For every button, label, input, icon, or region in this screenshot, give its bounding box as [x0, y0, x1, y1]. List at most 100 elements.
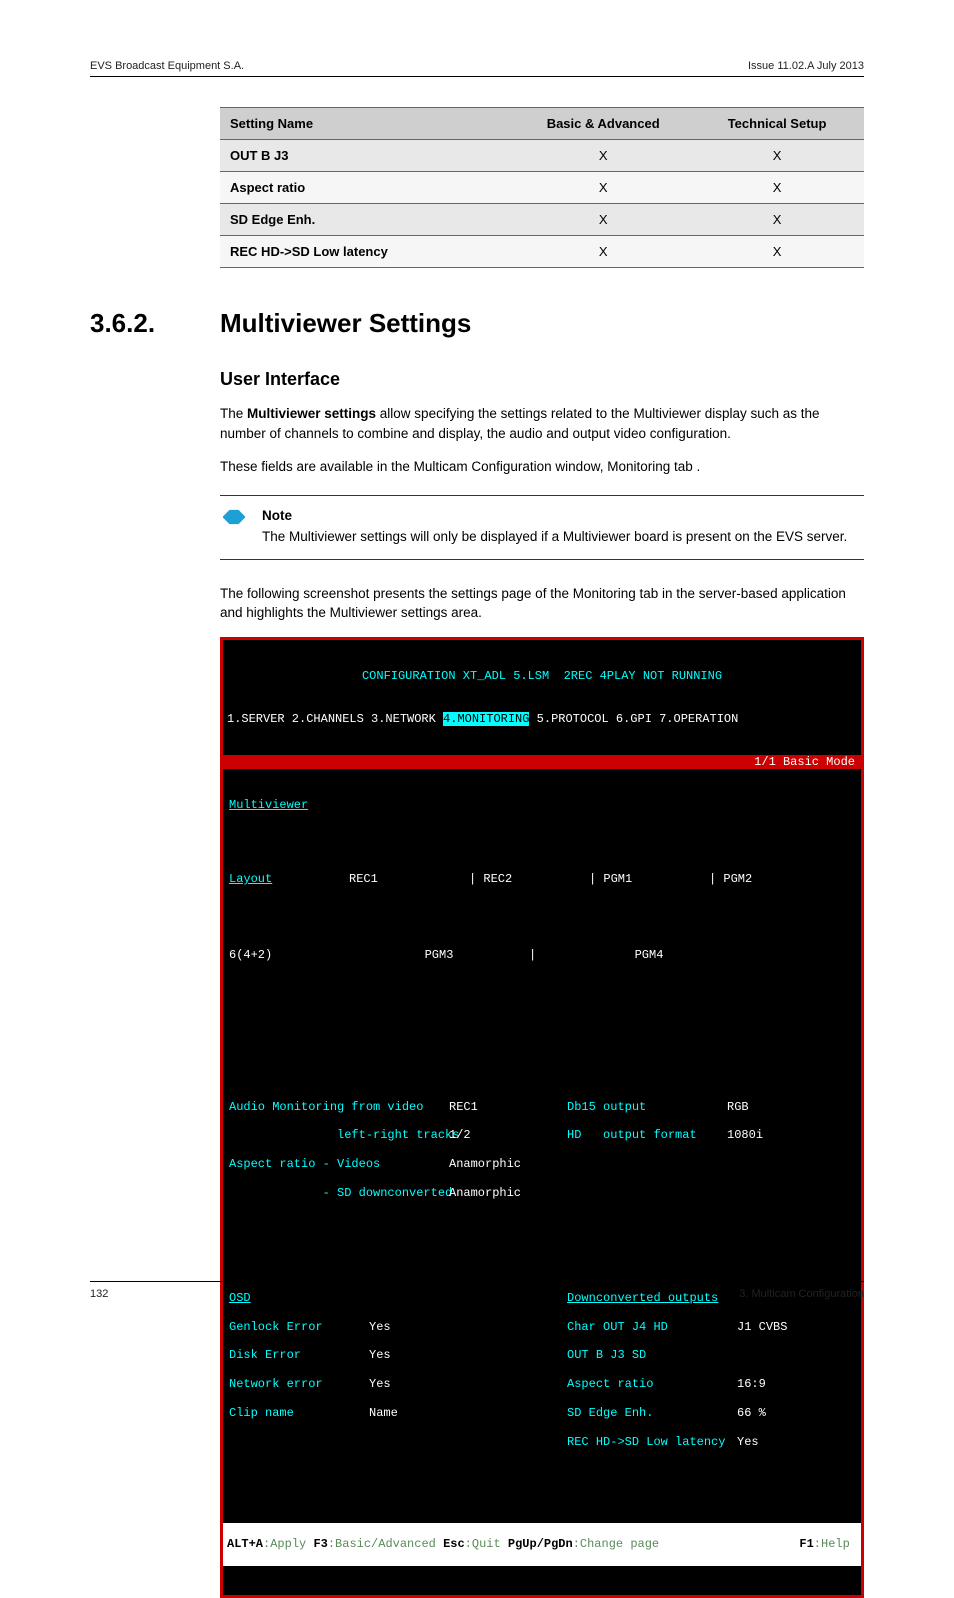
table-row: REC HD->SD Low latency X X — [220, 236, 864, 268]
key: Genlock Error — [229, 1320, 369, 1334]
terminal-multiviewer-head: Multiviewer — [223, 798, 861, 812]
layout-cell: | PGM2 — [709, 872, 829, 886]
value: REC1 — [449, 1100, 478, 1114]
cell-tech: X — [690, 236, 864, 268]
text: The — [220, 406, 247, 421]
layout-label: Layout — [229, 872, 349, 886]
subheading-user-interface: User Interface — [220, 369, 864, 390]
layout-cell: | REC2 — [469, 872, 589, 886]
terminal-layout-row: 6(4+2)PGM3|PGM4 — [223, 932, 861, 979]
emphasis-multiviewer-settings: Multiviewer settings — [247, 406, 376, 421]
key: - SD downconverted — [229, 1186, 449, 1200]
pair: Disk ErrorYes — [229, 1348, 567, 1362]
note-text: The Multiviewer settings will only be di… — [262, 529, 847, 544]
cell-tech: X — [690, 140, 864, 172]
terminal-title: CONFIGURATION XT_ADL 5.LSM 2REC 4PLAY NO… — [223, 669, 861, 683]
table-row: OUT B J3 X X — [220, 140, 864, 172]
terminal-right-col: Db15 outputRGB HD output format1080i — [567, 1085, 855, 1229]
key: Char OUT J4 HD — [567, 1320, 737, 1334]
pair: OUT B J3 SD — [567, 1348, 855, 1362]
pair: Aspect ratio - VideosAnamorphic — [229, 1157, 567, 1171]
paragraph: The following screenshot presents the se… — [220, 584, 864, 623]
page: EVS Broadcast Equipment S.A. Issue 11.02… — [0, 0, 954, 1350]
pair: REC HD->SD Low latencyYes — [567, 1435, 855, 1449]
header-left: EVS Broadcast Equipment S.A. — [90, 60, 244, 72]
value: J1 CVBS — [737, 1320, 787, 1334]
page-footer: 132 3. Multicam Configuration — [90, 1281, 864, 1300]
key: Aspect ratio - Videos — [229, 1157, 449, 1171]
paragraph: The Multiviewer settings allow specifyin… — [220, 404, 864, 443]
hotkey-desc: :Help — [814, 1537, 850, 1551]
value: Yes — [369, 1348, 391, 1362]
note-icon — [220, 506, 248, 547]
table-row: SD Edge Enh. X X — [220, 204, 864, 236]
key: Aspect ratio — [567, 1377, 737, 1391]
cell-setting-name: SD Edge Enh. — [220, 204, 516, 236]
terminal-layout-header: LayoutREC1| REC2| PGM1| PGM2 — [223, 856, 861, 903]
cell-setting-name: Aspect ratio — [220, 172, 516, 204]
value: 1/2 — [449, 1128, 471, 1142]
note-body: Note The Multiviewer settings will only … — [262, 506, 847, 547]
pair: SD Edge Enh.66 % — [567, 1406, 855, 1420]
header-right: Issue 11.02.A July 2013 — [748, 60, 864, 72]
terminal-osd-block: OSD Genlock ErrorYes Disk ErrorYes Netwo… — [223, 1274, 861, 1479]
footer-left: ALT+A:Apply F3:Basic/Advanced Esc:Quit P… — [227, 1523, 659, 1566]
section-title: Multiviewer Settings — [220, 308, 471, 339]
cell-tech: X — [690, 172, 864, 204]
terminal-left-col: Audio Monitoring from videoREC1 left-rig… — [229, 1085, 567, 1229]
value: Yes — [737, 1435, 759, 1449]
spacer — [223, 1022, 861, 1040]
pair: Network errorYes — [229, 1377, 567, 1391]
layout-cell: | PGM1 — [589, 872, 709, 886]
pair: Db15 outputRGB — [567, 1100, 855, 1114]
table-header-row: Setting Name Basic & Advanced Technical … — [220, 108, 864, 140]
col-technical-setup: Technical Setup — [690, 108, 864, 140]
key: Clip name — [229, 1406, 369, 1420]
hotkey-desc: :Change page — [573, 1537, 659, 1551]
terminal-mode-banner: 1/1 Basic Mode — [223, 755, 861, 769]
section-heading-row: 3.6.2. Multiviewer Settings — [90, 308, 864, 339]
pair: HD output format1080i — [567, 1128, 855, 1142]
tab-monitoring-selected: 4.MONITORING — [443, 712, 529, 726]
pair: Aspect ratio16:9 — [567, 1377, 855, 1391]
terminal-footer: ALT+A:Apply F3:Basic/Advanced Esc:Quit P… — [223, 1523, 861, 1566]
pair: Clip nameName — [229, 1406, 567, 1420]
terminal-osd-left: OSD Genlock ErrorYes Disk ErrorYes Netwo… — [229, 1276, 567, 1477]
hotkey: F3 — [313, 1537, 327, 1551]
pair: Audio Monitoring from videoREC1 — [229, 1100, 567, 1114]
terminal-dc-right: Downconverted outputs Char OUT J4 HDJ1 C… — [567, 1276, 855, 1477]
settings-table: Setting Name Basic & Advanced Technical … — [220, 107, 864, 268]
key: Db15 output — [567, 1100, 727, 1114]
key: left-right tracks — [229, 1128, 449, 1142]
cell-basic: X — [516, 236, 690, 268]
value: Name — [369, 1406, 398, 1420]
value: Anamorphic — [449, 1186, 521, 1200]
cell-basic: X — [516, 204, 690, 236]
hotkey-desc: :Apply — [263, 1537, 313, 1551]
layout-cell: REC1 — [349, 872, 469, 886]
hotkey-desc: :Basic/Advanced — [328, 1537, 443, 1551]
layout-cell: PGM4 — [589, 948, 709, 962]
col-basic-advanced: Basic & Advanced — [516, 108, 690, 140]
cell-basic: X — [516, 172, 690, 204]
key: SD Edge Enh. — [567, 1406, 737, 1420]
value: Yes — [369, 1320, 391, 1334]
layout-cell: | — [529, 948, 589, 962]
cell-setting-name: REC HD->SD Low latency — [220, 236, 516, 268]
terminal-settings-block: Audio Monitoring from videoREC1 left-rig… — [223, 1083, 861, 1231]
pair: - SD downconvertedAnamorphic — [229, 1186, 567, 1200]
paragraph: These fields are available in the Multic… — [220, 457, 864, 477]
value: 1080i — [727, 1128, 763, 1142]
hotkey: PgUp/PgDn — [508, 1537, 573, 1551]
section-number: 3.6.2. — [90, 308, 220, 339]
key: OUT B J3 SD — [567, 1348, 737, 1362]
note-box: Note The Multiviewer settings will only … — [220, 495, 864, 560]
value: 66 % — [737, 1406, 766, 1420]
running-header: EVS Broadcast Equipment S.A. Issue 11.02… — [90, 60, 864, 77]
key: Audio Monitoring from video — [229, 1100, 449, 1114]
pair: Genlock ErrorYes — [229, 1320, 567, 1334]
table-row: Aspect ratio X X — [220, 172, 864, 204]
terminal-tabs: 1.SERVER 2.CHANNELS 3.NETWORK 4.MONITORI… — [223, 712, 861, 726]
terminal-screenshot: CONFIGURATION XT_ADL 5.LSM 2REC 4PLAY NO… — [220, 637, 864, 1598]
hotkey: Esc — [443, 1537, 465, 1551]
